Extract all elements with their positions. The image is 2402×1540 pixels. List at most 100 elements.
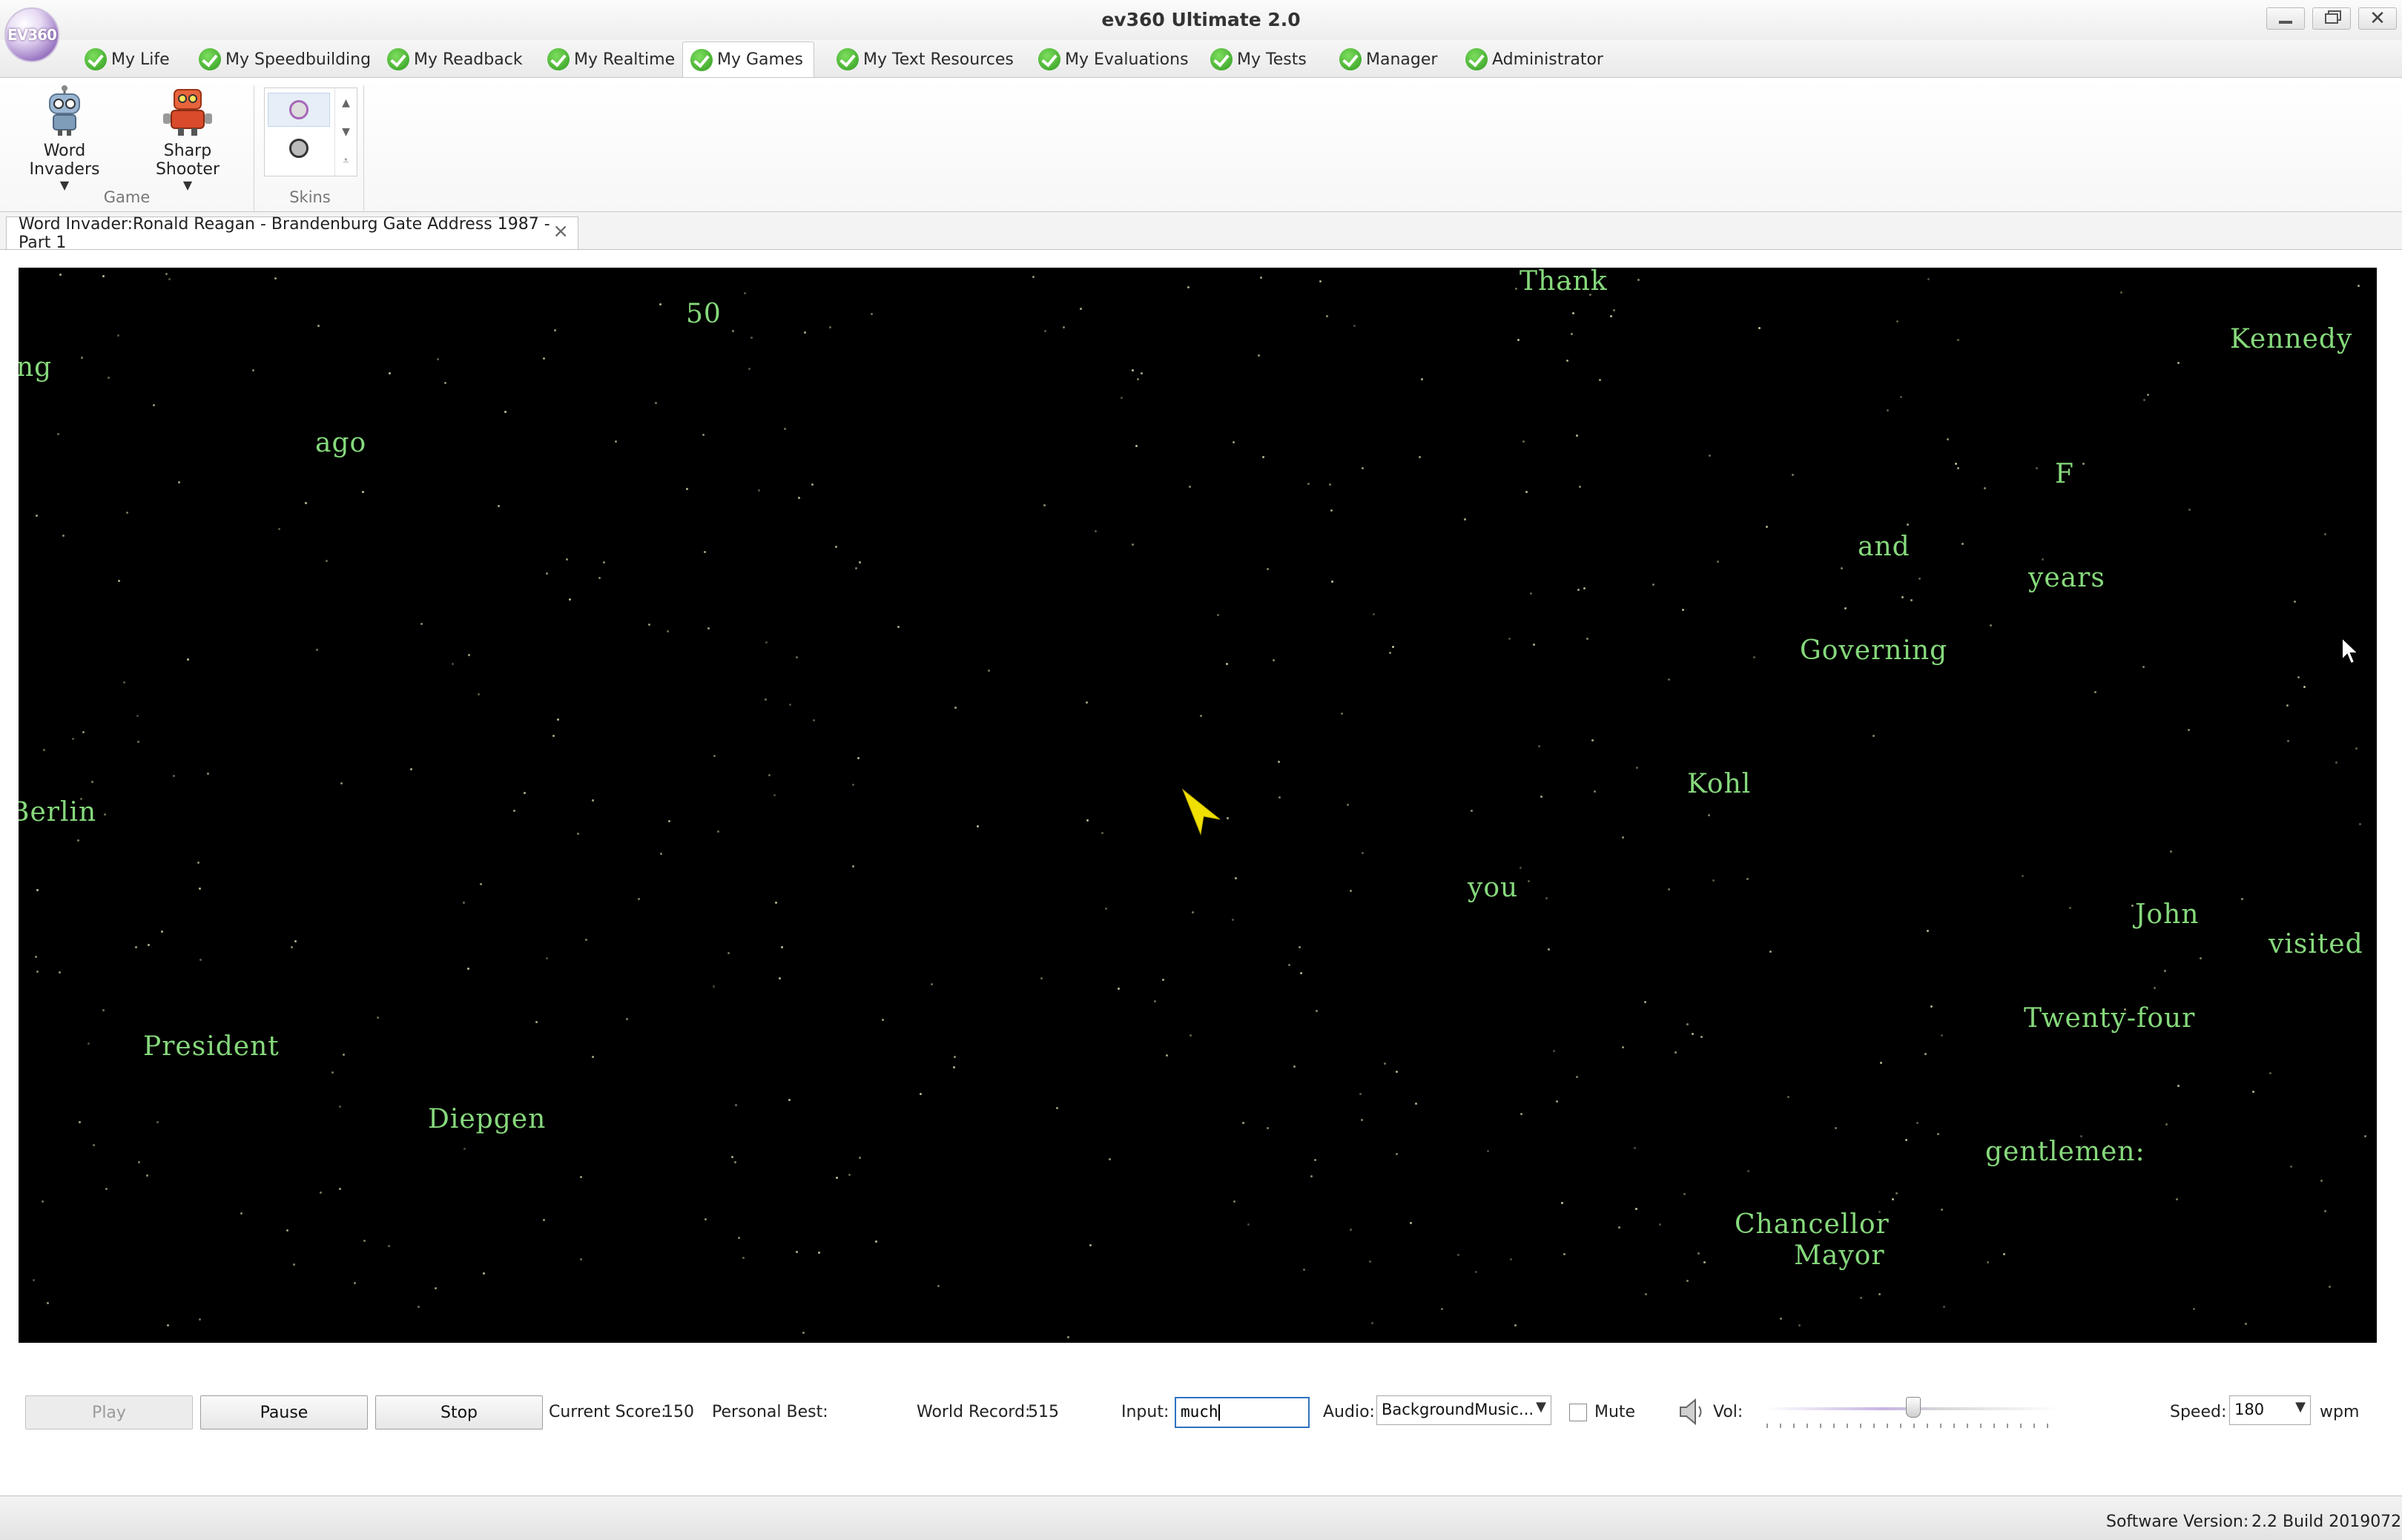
tab-my-realtime[interactable]: My Realtime xyxy=(540,42,682,77)
game-canvas[interactable]: Thank 50 Kennedy ng ago F and years Gove… xyxy=(19,268,2377,1343)
star xyxy=(1441,1308,1443,1310)
star xyxy=(1586,638,1588,640)
star xyxy=(1278,796,1281,799)
star xyxy=(1907,523,1909,526)
tab-label: My Life xyxy=(111,50,170,69)
mute-checkbox[interactable] xyxy=(1569,1404,1587,1421)
sharp-shooter-button[interactable]: Sharp Shooter ▼ xyxy=(131,85,245,192)
star xyxy=(57,433,59,435)
star xyxy=(1520,867,1522,869)
pause-button[interactable]: Pause xyxy=(200,1395,368,1430)
falling-word: you xyxy=(1468,873,1519,903)
star xyxy=(1362,852,1364,854)
tab-my-life[interactable]: My Life xyxy=(77,42,177,77)
falling-word: Kennedy xyxy=(2230,324,2353,354)
star xyxy=(655,402,657,404)
star xyxy=(1190,1034,1192,1037)
play-button[interactable]: Play xyxy=(25,1395,193,1430)
close-icon[interactable]: × xyxy=(552,220,569,242)
star xyxy=(592,1056,594,1058)
star xyxy=(1063,326,1065,328)
star xyxy=(2147,394,2149,396)
tab-my-games[interactable]: My Games xyxy=(682,42,814,77)
star xyxy=(580,1176,582,1178)
star xyxy=(1350,890,1352,892)
star xyxy=(317,325,320,327)
star xyxy=(897,626,900,628)
app-menu-button[interactable]: EV360 xyxy=(4,7,59,62)
star xyxy=(1556,1100,1558,1103)
falling-word: ng xyxy=(19,352,53,383)
star xyxy=(2165,1123,2168,1126)
star xyxy=(660,853,662,855)
restore-button[interactable] xyxy=(2312,7,2351,30)
check-icon xyxy=(1465,48,1488,70)
star xyxy=(1957,339,1959,341)
tab-manager[interactable]: Manager xyxy=(1332,42,1445,77)
star xyxy=(1347,804,1349,806)
star xyxy=(1330,509,1333,512)
star xyxy=(2094,691,2096,693)
star xyxy=(734,1161,736,1163)
star xyxy=(1769,951,1772,953)
document-tab[interactable]: Word Invader:Ronald Reagan - Brandenburg… xyxy=(6,215,578,252)
tab-my-readback[interactable]: My Readback xyxy=(380,42,530,77)
tab-my-speedbuilding[interactable]: My Speedbuilding xyxy=(191,42,378,77)
star xyxy=(1514,1324,1517,1326)
falling-word: John xyxy=(2135,899,2200,930)
star xyxy=(1583,587,1586,589)
word-invaders-button[interactable]: Word Invaders ▼ xyxy=(7,85,122,192)
star xyxy=(136,715,139,717)
star xyxy=(2188,729,2190,731)
scroll-down-icon[interactable]: ▼ xyxy=(342,126,350,138)
gallery-expand-icon[interactable]: ⩡ xyxy=(343,155,349,167)
star xyxy=(2324,533,2326,535)
star xyxy=(765,698,767,701)
star xyxy=(240,1212,242,1215)
star xyxy=(1371,1322,1373,1324)
minimize-button[interactable] xyxy=(2266,7,2305,30)
tab-my-tests[interactable]: My Tests xyxy=(1203,42,1314,77)
skin-option-purple[interactable] xyxy=(268,93,330,127)
tab-my-evaluations[interactable]: My Evaluations xyxy=(1031,42,1196,77)
star xyxy=(135,946,137,948)
star xyxy=(855,567,857,569)
star xyxy=(1930,1005,1933,1008)
star xyxy=(707,627,710,629)
star xyxy=(79,1121,81,1123)
close-window-button[interactable]: ✕ xyxy=(2358,7,2397,30)
star xyxy=(569,598,571,601)
star xyxy=(852,784,854,786)
speed-select[interactable]: 180 ▼ xyxy=(2229,1395,2311,1425)
volume-slider-thumb[interactable] xyxy=(1906,1397,1921,1418)
tab-administrator[interactable]: Administrator xyxy=(1458,42,1611,77)
star xyxy=(1538,745,1540,747)
star xyxy=(1533,644,1535,646)
star xyxy=(1300,972,1302,974)
speaker-icon[interactable] xyxy=(1677,1397,1707,1427)
falling-word: F xyxy=(2055,459,2074,489)
star xyxy=(294,940,297,942)
stop-button[interactable]: Stop xyxy=(375,1395,543,1430)
star xyxy=(161,931,163,933)
group-label-skins: Skins xyxy=(289,188,331,206)
star xyxy=(543,1219,545,1221)
window-title: ev360 Ultimate 2.0 xyxy=(1101,9,1301,30)
star xyxy=(1273,659,1275,661)
star xyxy=(1389,652,1391,654)
falling-word: gentlemen: xyxy=(1985,1137,2145,1167)
star xyxy=(603,561,605,564)
star xyxy=(286,1229,288,1232)
tab-my-text-resources[interactable]: My Text Resources xyxy=(829,42,1021,77)
word-input-field[interactable]: much xyxy=(1175,1397,1310,1428)
star xyxy=(1610,315,1612,317)
text-caret xyxy=(1218,1404,1220,1421)
tab-label: My Speedbuilding xyxy=(225,50,372,69)
gallery-scrollbar[interactable]: ▲ ▼ ⩡ xyxy=(334,88,357,176)
star xyxy=(2042,558,2044,561)
skin-option-dark[interactable] xyxy=(268,131,330,165)
star xyxy=(418,1306,420,1308)
scroll-up-icon[interactable]: ▲ xyxy=(342,97,350,109)
star xyxy=(1700,1036,1703,1038)
audio-select[interactable]: BackgroundMusic... ▼ xyxy=(1376,1395,1551,1425)
